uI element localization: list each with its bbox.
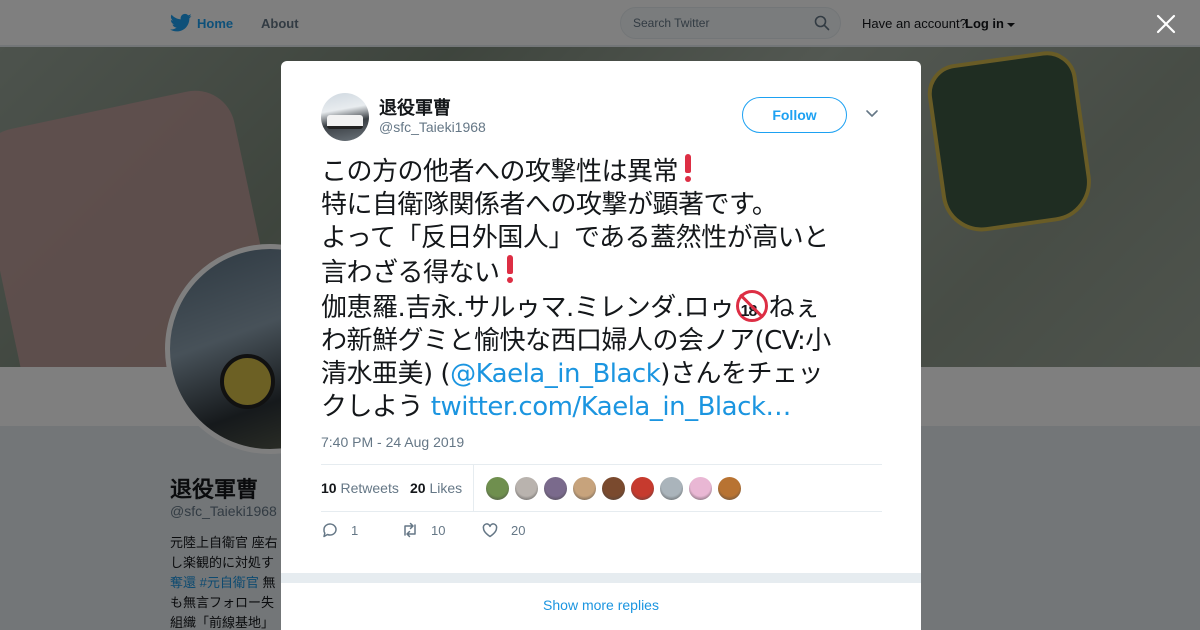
tweet-text-line: よって「反日外国人」である蓋然性が高いと <box>321 223 829 253</box>
liker-avatar[interactable] <box>514 476 539 501</box>
follow-button[interactable]: Follow <box>742 97 847 133</box>
replies-divider <box>281 573 921 583</box>
exclamation-emoji-icon <box>684 154 692 182</box>
liker-avatar[interactable] <box>601 476 626 501</box>
retweets-stat[interactable]: 10 Retweets <box>321 480 399 496</box>
tweet-text-line: わ新鮮グミと愉快な西口婦人の会ノア(CV:小 <box>321 326 831 356</box>
like-count: 20 <box>511 522 526 538</box>
stats-divider <box>473 465 474 512</box>
tweet-text: この方の他者への攻撃性は異常 特に自衛隊関係者への攻撃が顕著です。 よって「反日… <box>321 154 886 424</box>
tweet-text-fragment: クしよう <box>321 392 431 422</box>
retweet-icon <box>404 522 416 538</box>
tweet-stats: 10 Retweets 20 Likes <box>321 464 882 512</box>
reply-action[interactable]: 1 <box>321 521 358 539</box>
heart-icon <box>482 523 498 538</box>
retweet-action[interactable]: 10 <box>401 521 445 539</box>
liker-avatar[interactable] <box>717 476 742 501</box>
tweet-author-avatar[interactable] <box>321 93 369 141</box>
no-under-18-label: 18 <box>740 303 758 320</box>
like-action[interactable]: 20 <box>481 521 525 539</box>
avatar-car-shape <box>327 115 363 129</box>
show-more-replies-button[interactable]: Show more replies <box>281 583 921 630</box>
reply-icon <box>323 523 337 538</box>
tweet-text-line: 特に自衛隊関係者への攻撃が顕著です。 <box>321 190 778 220</box>
likes-count: 20 <box>410 480 426 496</box>
retweets-label: Retweets <box>340 480 399 496</box>
exclamation-emoji-icon <box>506 255 514 283</box>
liker-avatar[interactable] <box>543 476 568 501</box>
reply-count: 1 <box>351 522 359 538</box>
liker-avatar[interactable] <box>485 476 510 501</box>
tweet-modal: 退役軍曹 @sfc_Taieki1968 Follow この方の他者への攻撃性は… <box>281 61 921 630</box>
tweet-text-line: この方の他者への攻撃性は異常 <box>321 157 679 187</box>
liker-avatar[interactable] <box>659 476 684 501</box>
close-icon[interactable] <box>1156 14 1176 34</box>
tweet-text-line: 言わざる得ない <box>321 258 500 288</box>
likes-label: Likes <box>429 480 463 496</box>
tweet-screen-name[interactable]: @sfc_Taieki1968 <box>379 119 486 135</box>
url-link[interactable]: twitter.com/Kaela_in_Black… <box>431 392 792 422</box>
likes-stat[interactable]: 20 Likes <box>410 480 462 496</box>
no-under-18-emoji-icon: 18 <box>735 290 768 322</box>
tweet-actions: 1 10 20 <box>321 521 621 545</box>
tweet-text-line: 伽恵羅.吉永.サルゥマ.ミレンダ.ロゥ <box>321 293 735 323</box>
retweet-count: 10 <box>431 522 446 538</box>
tweet-timestamp[interactable]: 7:40 PM - 24 Aug 2019 <box>321 434 464 450</box>
chevron-down-icon[interactable] <box>865 109 879 119</box>
tweet-text-fragment: )さんをチェッ <box>660 359 823 389</box>
mention-link[interactable]: @Kaela_in_Black <box>450 359 661 389</box>
retweets-count: 10 <box>321 480 337 496</box>
tweet-text-fragment: ねぇ <box>768 293 821 323</box>
liker-avatar[interactable] <box>630 476 655 501</box>
tweet-text-fragment: 清水亜美) ( <box>321 359 451 389</box>
tweet-display-name[interactable]: 退役軍曹 <box>379 94 451 120</box>
liker-avatar[interactable] <box>688 476 713 501</box>
liker-avatar[interactable] <box>572 476 597 501</box>
